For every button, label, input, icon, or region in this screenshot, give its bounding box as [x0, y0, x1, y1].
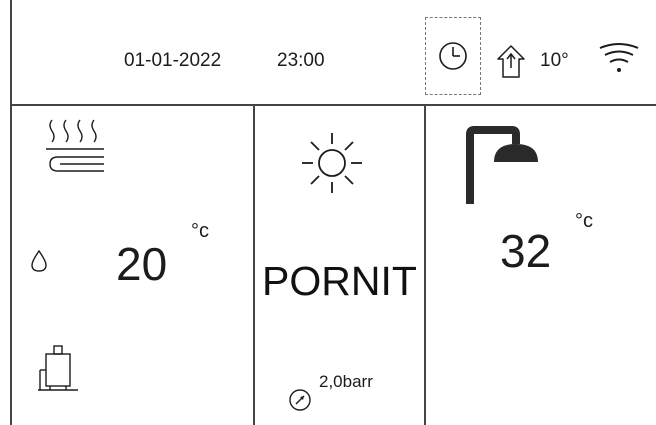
underfloor-heating-icon: [44, 117, 106, 183]
mode-label[interactable]: PORNIT: [262, 258, 417, 305]
house-outdoor-icon: [495, 43, 527, 79]
outdoor-temperature: 10°: [540, 50, 569, 71]
left-border: [10, 0, 12, 425]
display-frame: 01-01-2022 23:00 10° 20 °c PORNIT 2,0bar…: [0, 0, 656, 425]
sun-icon: [300, 131, 364, 195]
water-drop-icon: [30, 249, 48, 273]
pressure-value: 2,0barr: [319, 372, 373, 391]
time-display: 23:00: [277, 50, 325, 71]
clock-icon: [438, 41, 468, 71]
hot-water-unit: °c: [575, 210, 593, 232]
column-divider-2: [424, 104, 426, 425]
clock-button[interactable]: [425, 17, 481, 95]
boiler-tank-icon: [36, 344, 80, 392]
heating-unit: °c: [191, 220, 209, 242]
column-divider-1: [253, 104, 255, 425]
heating-setpoint[interactable]: 20: [116, 237, 167, 291]
shower-icon: [464, 126, 546, 206]
date-display: 01-01-2022: [124, 50, 222, 71]
header-divider: [10, 104, 656, 106]
wifi-icon: [598, 42, 640, 74]
pressure-gauge-icon: [288, 388, 312, 412]
hot-water-setpoint[interactable]: 32: [500, 224, 551, 278]
